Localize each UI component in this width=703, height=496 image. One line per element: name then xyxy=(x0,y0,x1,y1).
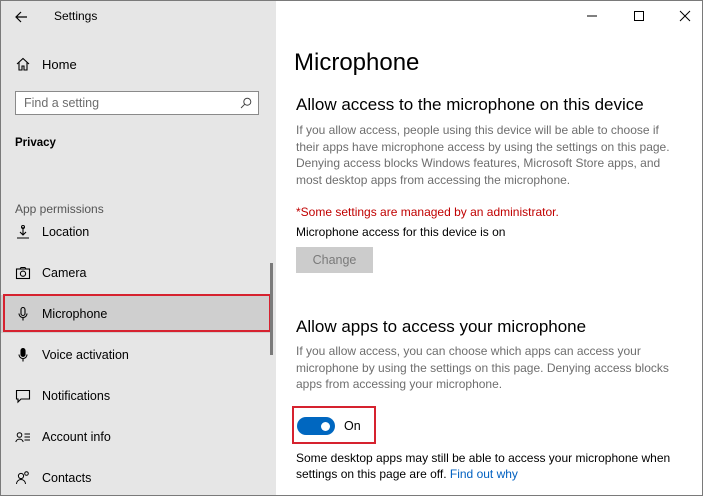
sidebar-scrollbar[interactable] xyxy=(270,263,273,355)
sidebar-item-notifications[interactable]: Notifications xyxy=(1,377,271,415)
app-title: Settings xyxy=(54,9,98,23)
section-title: Privacy xyxy=(15,137,56,149)
window-controls xyxy=(562,1,702,31)
home-icon xyxy=(16,57,30,71)
sidebar-item-label: Microphone xyxy=(42,307,108,321)
search-box[interactable] xyxy=(15,91,259,115)
toggle-state-label: On xyxy=(344,419,361,433)
search-input[interactable] xyxy=(24,95,224,111)
sidebar-item-location[interactable]: Location xyxy=(1,213,271,251)
microphone-icon xyxy=(18,306,28,321)
back-arrow-icon xyxy=(15,11,27,23)
close-icon xyxy=(679,10,691,22)
footer-note: Some desktop apps may still be able to a… xyxy=(296,450,686,482)
page-title: Microphone xyxy=(294,49,420,76)
toggle-knob xyxy=(321,421,330,431)
sidebar-item-label: Notifications xyxy=(42,389,111,403)
camera-icon xyxy=(15,267,31,280)
device-access-status: Microphone access for this device is on xyxy=(296,225,506,239)
sidebar-item-label: Account info xyxy=(42,430,111,444)
sidebar-item-label: Location xyxy=(42,225,90,239)
back-button[interactable] xyxy=(11,6,33,28)
sidebar-item-account-info[interactable]: Account info xyxy=(1,418,271,456)
apps-access-toggle-row: On xyxy=(292,406,376,444)
sidebar-item-contacts[interactable]: Contacts xyxy=(1,459,271,495)
device-access-description: If you allow access, people using this d… xyxy=(296,123,670,187)
maximize-icon xyxy=(634,11,644,21)
device-access-heading: Allow access to the microphone on this d… xyxy=(296,95,644,114)
change-button[interactable]: Change xyxy=(296,247,373,273)
apps-access-toggle[interactable] xyxy=(297,417,335,435)
find-out-why-link[interactable]: Find out why xyxy=(450,467,518,481)
minimize-button[interactable] xyxy=(580,5,604,27)
search-icon[interactable] xyxy=(240,97,252,109)
sidebar-item-label: Voice activation xyxy=(42,348,129,362)
close-button[interactable] xyxy=(673,5,697,27)
home-label: Home xyxy=(42,57,77,72)
account-info-icon xyxy=(15,432,30,443)
voice-activation-icon xyxy=(18,347,28,362)
maximize-button[interactable] xyxy=(627,5,651,27)
location-icon xyxy=(17,225,29,239)
sidebar: Settings Home Privacy App permissions Lo… xyxy=(1,1,276,495)
sidebar-item-microphone[interactable]: Microphone xyxy=(1,295,271,333)
title-bar: Settings xyxy=(1,1,276,33)
apps-access-description: If you allow access, you can choose whic… xyxy=(296,344,669,391)
notifications-icon xyxy=(15,389,31,404)
sidebar-item-label: Contacts xyxy=(42,471,92,485)
minimize-icon xyxy=(587,15,597,17)
contacts-icon xyxy=(16,471,29,485)
apps-access-heading: Allow apps to access your microphone xyxy=(296,317,587,336)
settings-window: Settings Home Privacy App permissions Lo… xyxy=(0,0,703,496)
sidebar-item-label: Camera xyxy=(42,266,87,280)
sidebar-item-home[interactable]: Home xyxy=(1,51,276,79)
admin-note: *Some settings are managed by an adminis… xyxy=(296,205,559,219)
main-content: Microphone Allow access to the microphon… xyxy=(276,1,702,495)
sidebar-item-voice-activation[interactable]: Voice activation xyxy=(1,336,271,374)
sidebar-item-camera[interactable]: Camera xyxy=(1,254,271,292)
